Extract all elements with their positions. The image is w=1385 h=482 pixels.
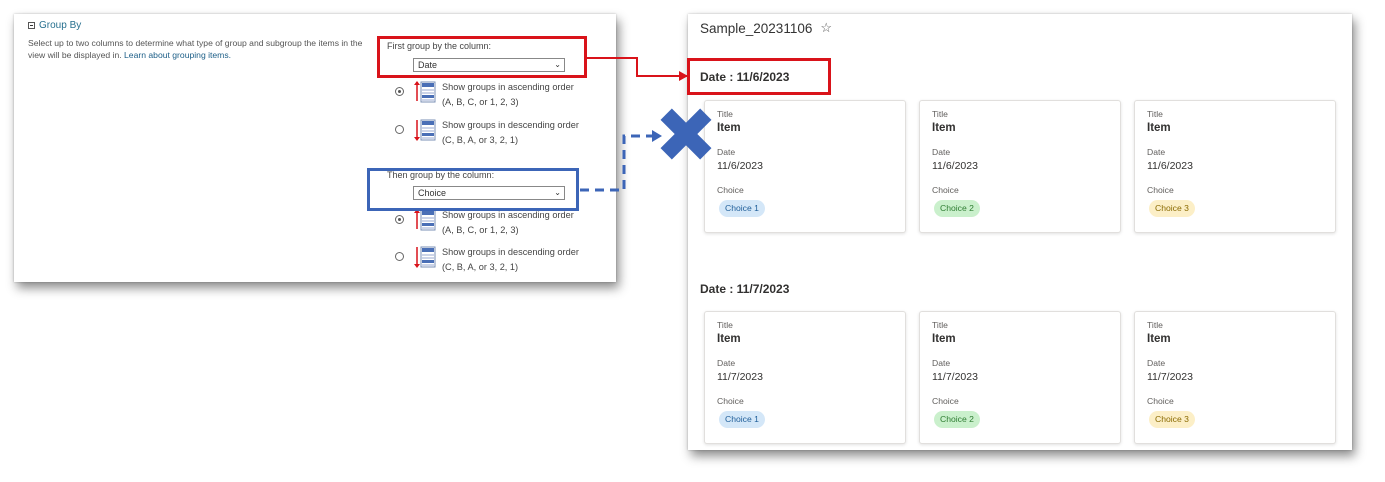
- red-arrowhead: [679, 71, 688, 81]
- blue-dashed-connector: [580, 134, 652, 192]
- blue-arrowhead: [652, 130, 662, 142]
- screenshot-canvas: Group By Select up to two columns to det…: [0, 0, 1385, 482]
- red-connector-line: [587, 57, 687, 77]
- annotation-connectors: [580, 57, 712, 192]
